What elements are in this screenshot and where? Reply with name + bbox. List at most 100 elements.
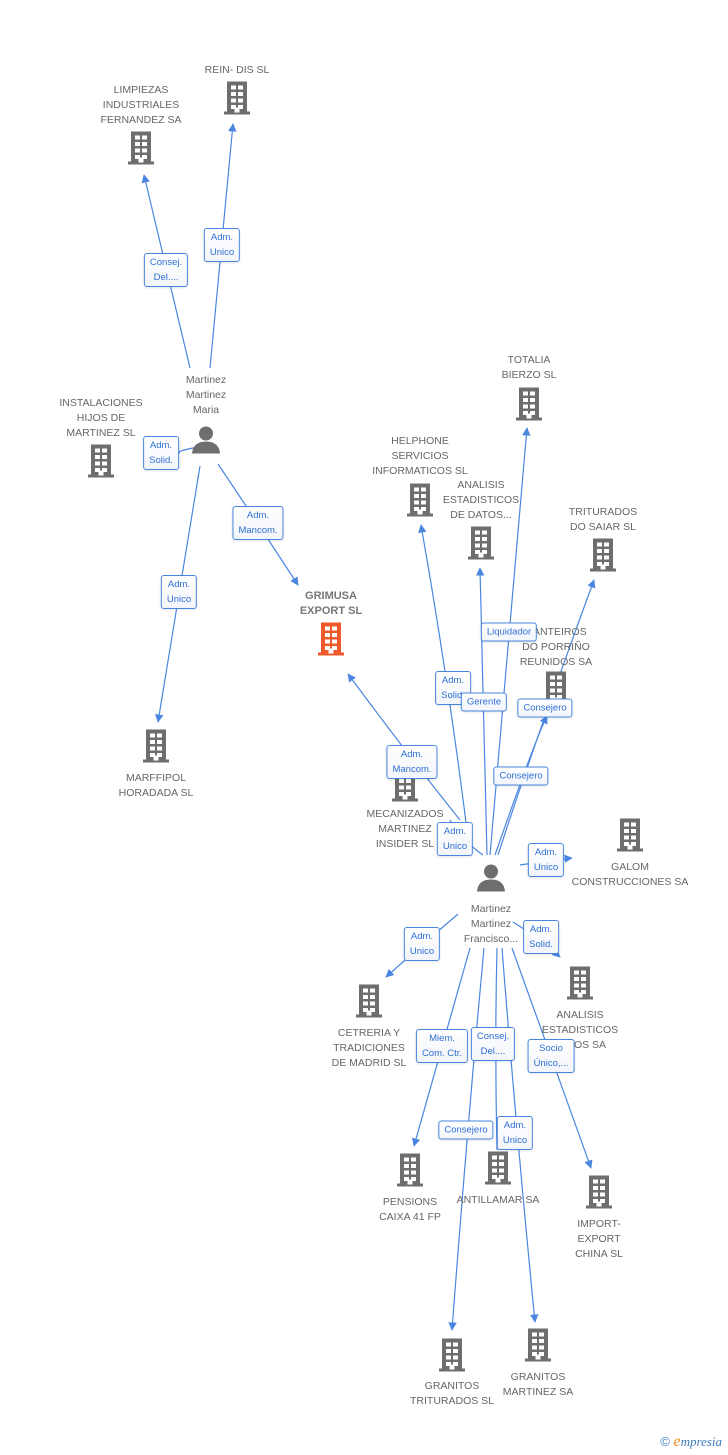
relation-label[interactable]: Adm. Unico [203, 228, 241, 262]
relation-label[interactable]: Consejero [493, 766, 549, 786]
building-icon[interactable] [405, 483, 435, 522]
node-label-line: BIERZO SL [501, 369, 557, 381]
building-icon[interactable] [222, 81, 252, 120]
relation-label[interactable]: Adm. Mancom. [386, 745, 438, 779]
node-label-galom[interactable]: GALOM CONSTRUCCIONES SA [572, 860, 689, 890]
building-icon[interactable] [141, 729, 171, 768]
node-label-line: EXPORT SL [299, 605, 363, 617]
building-icon[interactable] [588, 538, 618, 577]
node-label-helphone[interactable]: HELPHONE SERVICIOS INFORMATICOS SL [372, 434, 467, 479]
relation-label[interactable]: Consejero [517, 698, 573, 718]
node-label-marffipol[interactable]: MARFFIPOL HORADADA SL [119, 771, 194, 801]
relation-label[interactable]: Adm. Unico [403, 927, 441, 961]
node-label-francisco[interactable]: Martinez Martinez Francisco... [464, 902, 518, 947]
node-label-line: CAIXA 41 FP [379, 1211, 441, 1223]
node-label-grimusa[interactable]: GRIMUSA EXPORT SL [300, 589, 362, 619]
relation-label-text: Consejero [444, 1124, 488, 1136]
node-label-line: ANTILLAMAR SA [456, 1194, 540, 1206]
relation-label-text: Consej. [476, 1031, 510, 1042]
node-label-cetreria[interactable]: CETRERIA Y TRADICIONES DE MADRID SL [332, 1026, 407, 1071]
node-label-line: ANALISIS [556, 1009, 604, 1021]
node-label-line: IMPORT- [577, 1218, 621, 1230]
relation-label[interactable]: Adm. Unico [496, 1116, 534, 1150]
relation-label[interactable]: Adm. Unico [160, 575, 198, 609]
relation-label-text: Socio [539, 1043, 563, 1054]
node-label-granitos_martinez[interactable]: GRANITOS MARTINEZ SA [503, 1370, 573, 1400]
relation-label[interactable]: Adm. Solid. [143, 436, 179, 470]
node-label-line: DE MADRID SL [331, 1057, 407, 1069]
node-label-line: INSTALACIONES [59, 397, 143, 409]
node-label-line: EXPORT [577, 1233, 621, 1245]
building-icon[interactable] [86, 444, 116, 483]
relation-label-text: Consejero [499, 770, 543, 782]
building-icon[interactable] [584, 1175, 614, 1214]
building-icon[interactable] [615, 818, 645, 857]
node-label-pensions[interactable]: PENSIONS CAIXA 41 FP [379, 1195, 441, 1225]
relation-label[interactable]: Consej. Del.... [143, 253, 189, 287]
node-label-line: GRIMUSA [305, 590, 357, 602]
node-label-instalaciones[interactable]: INSTALACIONES HIJOS DE MARTINEZ SL [59, 396, 142, 441]
node-label-line: Martinez [185, 389, 227, 401]
node-label-totalia[interactable]: TOTALIA BIERZO SL [502, 353, 557, 383]
building-icon[interactable] [565, 966, 595, 1005]
node-label-mecanizados[interactable]: MECANIZADOS MARTINEZ INSIDER SL [366, 807, 443, 852]
node-label-triturados_saiar[interactable]: TRITURADOS DO SAIAR SL [569, 505, 637, 535]
building-icon[interactable] [514, 387, 544, 426]
relation-label-text: Solid. [529, 939, 553, 950]
node-label-line: MARTINEZ SL [66, 427, 136, 439]
node-label-line: DE DATOS... [450, 509, 512, 521]
building-icon[interactable] [483, 1151, 513, 1190]
node-label-granitos_triturados[interactable]: GRANITOS TRITURADOS SL [410, 1379, 494, 1409]
node-label-reindis[interactable]: REIN- DIS SL [205, 63, 270, 78]
node-label-line: TRADICIONES [333, 1042, 405, 1054]
node-label-line: Martinez [185, 374, 227, 386]
node-label-line: ESTADISTICOS [442, 494, 520, 506]
node-label-line: LIMPIEZAS [113, 84, 169, 96]
node-label-maria[interactable]: Martinez Martinez Maria [186, 373, 226, 418]
node-label-line: Martinez [470, 918, 512, 930]
building-icon[interactable] [523, 1328, 553, 1367]
building-icon[interactable] [437, 1338, 467, 1377]
relation-label-text: Adm. [443, 826, 467, 837]
building-icon[interactable] [466, 526, 496, 565]
relation-label-text: Adm. [246, 510, 270, 521]
node-label-line: GALOM [611, 861, 649, 873]
node-label-line: MECANIZADOS [366, 808, 444, 820]
node-label-line: TOTALIA [507, 354, 551, 366]
node-label-line: HELPHONE [391, 435, 449, 447]
relation-label[interactable]: Liquidador [480, 622, 538, 642]
person-icon[interactable] [476, 863, 506, 898]
node-label-limpiezas[interactable]: LIMPIEZAS INDUSTRIALES FERNANDEZ SA [100, 83, 181, 128]
relation-label-text: Adm. [210, 232, 234, 243]
node-label-line: TRITURADOS [568, 506, 638, 518]
relation-label[interactable]: Consej. Del.... [470, 1027, 516, 1061]
relation-label[interactable]: Gerente [460, 692, 508, 712]
node-label-line: MARTINEZ [378, 823, 432, 835]
relation-label[interactable]: Adm. Unico [436, 822, 474, 856]
node-label-antillamar[interactable]: ANTILLAMAR SA [457, 1193, 540, 1208]
node-label-line: Maria [192, 404, 220, 416]
relation-label[interactable]: Adm. Mancom. [232, 506, 284, 540]
relation-label-text: Del.... [153, 272, 179, 283]
building-icon[interactable] [126, 131, 156, 170]
relation-label-text: Liquidador [486, 626, 532, 638]
relation-label-text: Unico [409, 946, 435, 957]
relation-label-text: Adm. [441, 675, 465, 686]
node-label-analisis_datos[interactable]: ANALISIS ESTADISTICOS DE DATOS... [443, 478, 519, 523]
node-label-line: MARFFIPOL [125, 772, 187, 784]
empresia-logo[interactable]: © empresia [660, 1433, 722, 1451]
node-label-line: DO SAIAR SL [570, 521, 636, 533]
relation-label[interactable]: Consejero [438, 1120, 494, 1140]
building-icon[interactable] [316, 622, 346, 661]
node-label-line: TRITURADOS SL [409, 1395, 495, 1407]
person-icon[interactable] [191, 425, 221, 460]
relation-label[interactable]: Socio Único,... [527, 1039, 575, 1073]
building-icon[interactable] [395, 1153, 425, 1192]
relation-label[interactable]: Adm. Unico [527, 843, 565, 877]
building-icon[interactable] [354, 984, 384, 1023]
relation-label-text: Miem. [429, 1033, 455, 1044]
relation-label[interactable]: Adm. Solid. [523, 920, 559, 954]
relation-label[interactable]: Miem. Com. Ctr. [415, 1029, 469, 1063]
node-label-import_export[interactable]: IMPORT- EXPORT CHINA SL [575, 1217, 623, 1262]
node-label-line: FERNANDEZ SA [100, 114, 182, 126]
